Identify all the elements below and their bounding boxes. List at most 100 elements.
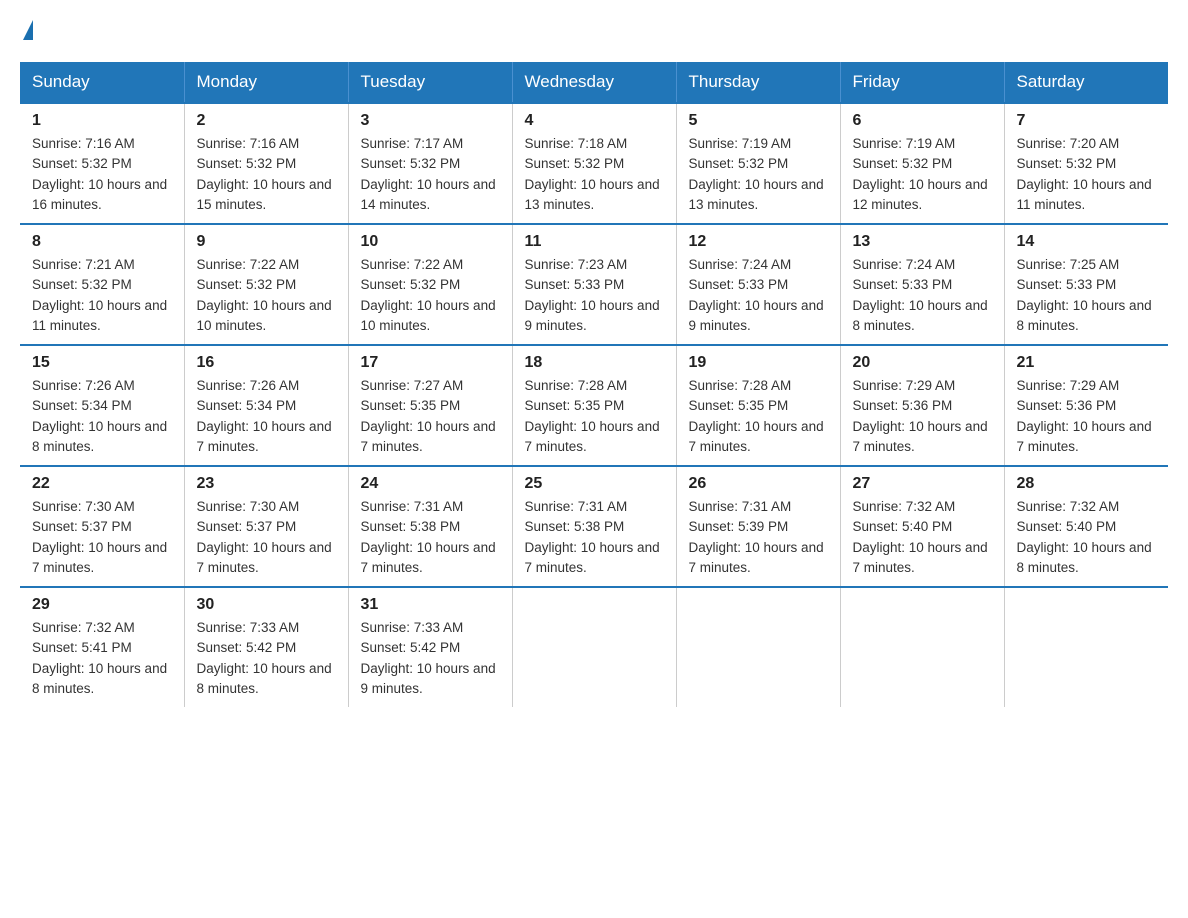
daylight-label: Daylight: 10 hours and 11 minutes. <box>32 298 167 333</box>
sunset-label: Sunset: 5:33 PM <box>853 277 953 292</box>
calendar-cell: 14 Sunrise: 7:25 AM Sunset: 5:33 PM Dayl… <box>1004 224 1168 345</box>
week-row-5: 29 Sunrise: 7:32 AM Sunset: 5:41 PM Dayl… <box>20 587 1168 707</box>
day-number: 29 <box>32 596 172 614</box>
sunrise-label: Sunrise: 7:30 AM <box>197 499 300 514</box>
sunrise-label: Sunrise: 7:20 AM <box>1017 136 1120 151</box>
sunset-label: Sunset: 5:32 PM <box>32 156 132 171</box>
header-row: SundayMondayTuesdayWednesdayThursdayFrid… <box>20 62 1168 103</box>
day-header-sunday: Sunday <box>20 62 184 103</box>
calendar-cell: 4 Sunrise: 7:18 AM Sunset: 5:32 PM Dayli… <box>512 103 676 224</box>
sunset-label: Sunset: 5:38 PM <box>525 519 625 534</box>
calendar-cell: 5 Sunrise: 7:19 AM Sunset: 5:32 PM Dayli… <box>676 103 840 224</box>
daylight-label: Daylight: 10 hours and 8 minutes. <box>1017 540 1152 575</box>
calendar-cell: 7 Sunrise: 7:20 AM Sunset: 5:32 PM Dayli… <box>1004 103 1168 224</box>
calendar-cell: 6 Sunrise: 7:19 AM Sunset: 5:32 PM Dayli… <box>840 103 1004 224</box>
sunset-label: Sunset: 5:41 PM <box>32 640 132 655</box>
sunset-label: Sunset: 5:35 PM <box>525 398 625 413</box>
daylight-label: Daylight: 10 hours and 7 minutes. <box>197 419 332 454</box>
day-number: 31 <box>361 596 500 614</box>
sun-info: Sunrise: 7:28 AM Sunset: 5:35 PM Dayligh… <box>525 376 664 457</box>
daylight-label: Daylight: 10 hours and 11 minutes. <box>1017 177 1152 212</box>
sunrise-label: Sunrise: 7:22 AM <box>361 257 464 272</box>
day-number: 18 <box>525 354 664 372</box>
sunrise-label: Sunrise: 7:32 AM <box>1017 499 1120 514</box>
calendar-cell: 24 Sunrise: 7:31 AM Sunset: 5:38 PM Dayl… <box>348 466 512 587</box>
day-number: 8 <box>32 233 172 251</box>
sun-info: Sunrise: 7:29 AM Sunset: 5:36 PM Dayligh… <box>853 376 992 457</box>
sunrise-label: Sunrise: 7:16 AM <box>32 136 135 151</box>
day-header-monday: Monday <box>184 62 348 103</box>
sunset-label: Sunset: 5:34 PM <box>32 398 132 413</box>
sunset-label: Sunset: 5:32 PM <box>361 277 461 292</box>
day-number: 17 <box>361 354 500 372</box>
sunrise-label: Sunrise: 7:28 AM <box>525 378 628 393</box>
logo <box>20 20 33 42</box>
sun-info: Sunrise: 7:27 AM Sunset: 5:35 PM Dayligh… <box>361 376 500 457</box>
day-number: 26 <box>689 475 828 493</box>
sunset-label: Sunset: 5:32 PM <box>197 156 297 171</box>
sun-info: Sunrise: 7:22 AM Sunset: 5:32 PM Dayligh… <box>361 255 500 336</box>
sun-info: Sunrise: 7:19 AM Sunset: 5:32 PM Dayligh… <box>853 134 992 215</box>
sunset-label: Sunset: 5:32 PM <box>197 277 297 292</box>
daylight-label: Daylight: 10 hours and 14 minutes. <box>361 177 496 212</box>
sunset-label: Sunset: 5:32 PM <box>1017 156 1117 171</box>
daylight-label: Daylight: 10 hours and 7 minutes. <box>689 419 824 454</box>
sunrise-label: Sunrise: 7:28 AM <box>689 378 792 393</box>
sunset-label: Sunset: 5:32 PM <box>32 277 132 292</box>
calendar-cell: 9 Sunrise: 7:22 AM Sunset: 5:32 PM Dayli… <box>184 224 348 345</box>
calendar-cell: 12 Sunrise: 7:24 AM Sunset: 5:33 PM Dayl… <box>676 224 840 345</box>
day-number: 2 <box>197 112 336 130</box>
week-row-4: 22 Sunrise: 7:30 AM Sunset: 5:37 PM Dayl… <box>20 466 1168 587</box>
calendar-cell: 20 Sunrise: 7:29 AM Sunset: 5:36 PM Dayl… <box>840 345 1004 466</box>
sunset-label: Sunset: 5:34 PM <box>197 398 297 413</box>
sun-info: Sunrise: 7:30 AM Sunset: 5:37 PM Dayligh… <box>197 497 336 578</box>
calendar-cell: 21 Sunrise: 7:29 AM Sunset: 5:36 PM Dayl… <box>1004 345 1168 466</box>
day-number: 25 <box>525 475 664 493</box>
sunrise-label: Sunrise: 7:29 AM <box>853 378 956 393</box>
sun-info: Sunrise: 7:26 AM Sunset: 5:34 PM Dayligh… <box>197 376 336 457</box>
calendar-cell <box>676 587 840 707</box>
sunrise-label: Sunrise: 7:19 AM <box>853 136 956 151</box>
daylight-label: Daylight: 10 hours and 7 minutes. <box>361 540 496 575</box>
sunrise-label: Sunrise: 7:29 AM <box>1017 378 1120 393</box>
sunset-label: Sunset: 5:33 PM <box>1017 277 1117 292</box>
calendar-cell: 27 Sunrise: 7:32 AM Sunset: 5:40 PM Dayl… <box>840 466 1004 587</box>
sun-info: Sunrise: 7:31 AM Sunset: 5:39 PM Dayligh… <box>689 497 828 578</box>
day-number: 14 <box>1017 233 1157 251</box>
calendar-cell: 13 Sunrise: 7:24 AM Sunset: 5:33 PM Dayl… <box>840 224 1004 345</box>
day-header-tuesday: Tuesday <box>348 62 512 103</box>
sun-info: Sunrise: 7:32 AM Sunset: 5:41 PM Dayligh… <box>32 618 172 699</box>
daylight-label: Daylight: 10 hours and 7 minutes. <box>689 540 824 575</box>
sunrise-label: Sunrise: 7:26 AM <box>32 378 135 393</box>
daylight-label: Daylight: 10 hours and 7 minutes. <box>32 540 167 575</box>
sun-info: Sunrise: 7:17 AM Sunset: 5:32 PM Dayligh… <box>361 134 500 215</box>
day-number: 4 <box>525 112 664 130</box>
day-number: 30 <box>197 596 336 614</box>
calendar-cell: 11 Sunrise: 7:23 AM Sunset: 5:33 PM Dayl… <box>512 224 676 345</box>
calendar-cell <box>1004 587 1168 707</box>
sun-info: Sunrise: 7:31 AM Sunset: 5:38 PM Dayligh… <box>361 497 500 578</box>
day-number: 5 <box>689 112 828 130</box>
daylight-label: Daylight: 10 hours and 8 minutes. <box>32 661 167 696</box>
sunrise-label: Sunrise: 7:32 AM <box>853 499 956 514</box>
sunrise-label: Sunrise: 7:30 AM <box>32 499 135 514</box>
calendar-cell: 1 Sunrise: 7:16 AM Sunset: 5:32 PM Dayli… <box>20 103 184 224</box>
calendar-cell: 10 Sunrise: 7:22 AM Sunset: 5:32 PM Dayl… <box>348 224 512 345</box>
calendar-cell: 30 Sunrise: 7:33 AM Sunset: 5:42 PM Dayl… <box>184 587 348 707</box>
sun-info: Sunrise: 7:19 AM Sunset: 5:32 PM Dayligh… <box>689 134 828 215</box>
daylight-label: Daylight: 10 hours and 7 minutes. <box>525 419 660 454</box>
logo-triangle-icon <box>23 20 33 40</box>
calendar-cell <box>512 587 676 707</box>
sunrise-label: Sunrise: 7:27 AM <box>361 378 464 393</box>
sunrise-label: Sunrise: 7:33 AM <box>197 620 300 635</box>
daylight-label: Daylight: 10 hours and 8 minutes. <box>197 661 332 696</box>
sunrise-label: Sunrise: 7:24 AM <box>689 257 792 272</box>
sunrise-label: Sunrise: 7:21 AM <box>32 257 135 272</box>
calendar-cell: 31 Sunrise: 7:33 AM Sunset: 5:42 PM Dayl… <box>348 587 512 707</box>
day-number: 19 <box>689 354 828 372</box>
sunrise-label: Sunrise: 7:25 AM <box>1017 257 1120 272</box>
day-number: 24 <box>361 475 500 493</box>
sunset-label: Sunset: 5:36 PM <box>1017 398 1117 413</box>
sun-info: Sunrise: 7:23 AM Sunset: 5:33 PM Dayligh… <box>525 255 664 336</box>
calendar-cell: 17 Sunrise: 7:27 AM Sunset: 5:35 PM Dayl… <box>348 345 512 466</box>
